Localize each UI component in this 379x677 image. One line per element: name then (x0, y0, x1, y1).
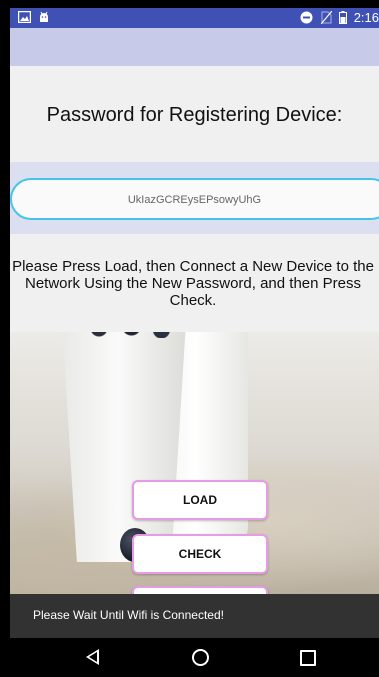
battery-icon (339, 11, 347, 24)
home-icon[interactable] (192, 649, 209, 666)
android-notification-icon (40, 11, 48, 22)
page-title: Password for Registering Device: (46, 104, 343, 126)
do-not-disturb-icon (300, 11, 313, 24)
berries (60, 332, 190, 338)
load-button[interactable]: LOAD (132, 480, 268, 520)
navigation-bar (10, 638, 379, 677)
password-value: UkIazGCREysEPsowyUhG (127, 194, 262, 206)
toast: Please Wait Until Wifi is Connected! (10, 594, 379, 638)
status-time: 2:16 (353, 10, 379, 25)
check-button[interactable]: CHECK (132, 534, 268, 574)
front-cup (62, 332, 186, 562)
app-bar (10, 28, 379, 66)
toast-message: Please Wait Until Wifi is Connected! (33, 608, 224, 622)
status-bar: 2:16 (10, 8, 379, 28)
image-notification-icon (18, 11, 31, 23)
app-screen: 2:16 Password for Registering Device: Uk… (10, 8, 379, 677)
recents-icon[interactable] (300, 650, 316, 666)
back-icon[interactable] (86, 649, 99, 665)
instructions-text: Please Press Load, then Connect a New De… (12, 258, 374, 309)
no-sim-icon (321, 11, 332, 24)
